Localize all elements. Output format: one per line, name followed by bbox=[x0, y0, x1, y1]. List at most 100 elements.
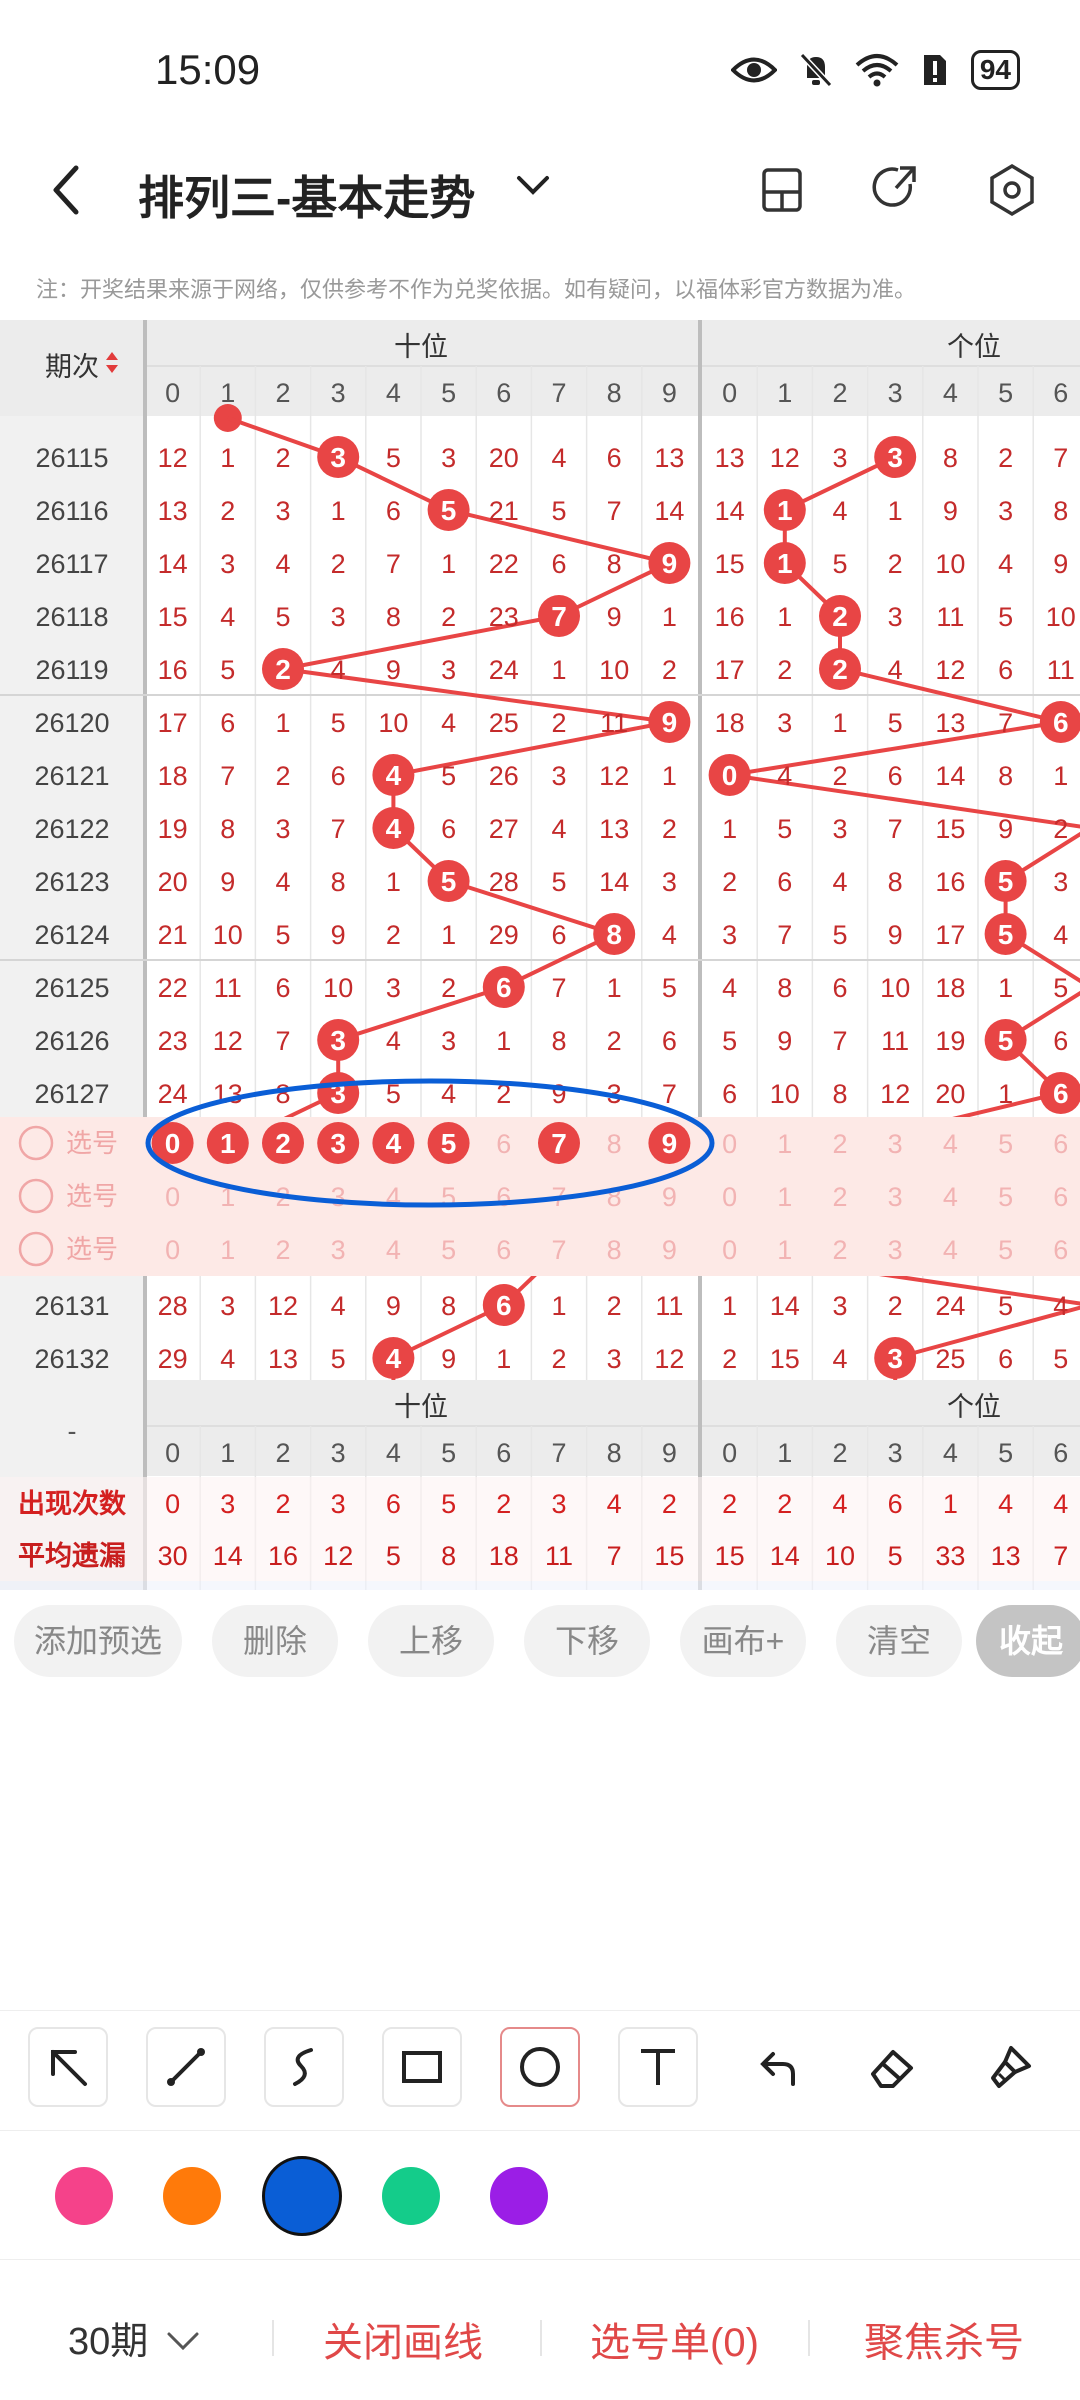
chevron-down-icon[interactable] bbox=[515, 174, 551, 198]
select-option[interactable]: 9 bbox=[662, 1235, 677, 1265]
green-color-swatch[interactable] bbox=[382, 2167, 440, 2225]
select-option[interactable]: 0 bbox=[165, 1235, 180, 1265]
select-option[interactable]: 0 bbox=[722, 1129, 737, 1159]
circle-tool-icon[interactable] bbox=[500, 2027, 580, 2107]
miss-count: 2 bbox=[607, 1291, 622, 1321]
miss-count: 5 bbox=[832, 920, 847, 950]
blue-color-swatch[interactable] bbox=[262, 2156, 342, 2236]
miss-count: 3 bbox=[832, 814, 847, 844]
select-option[interactable]: 8 bbox=[607, 1235, 622, 1265]
undo-icon[interactable] bbox=[736, 2027, 816, 2107]
miss-count: 12 bbox=[880, 1079, 910, 1109]
close-lines-button[interactable]: 关闭画线 bbox=[323, 2310, 483, 2368]
miss-count: 24 bbox=[158, 1079, 188, 1109]
hit-number: 9 bbox=[662, 548, 678, 579]
period-cell: 26123 bbox=[34, 867, 109, 897]
text-tool-icon[interactable] bbox=[618, 2027, 698, 2107]
select-option[interactable]: 2 bbox=[832, 1129, 847, 1159]
select-option[interactable]: 3 bbox=[888, 1129, 903, 1159]
collapse-button[interactable]: 收起 bbox=[976, 1605, 1080, 1677]
miss-count: 1 bbox=[662, 761, 677, 791]
delete-button[interactable]: 删除 bbox=[212, 1605, 338, 1677]
miss-count: 2 bbox=[220, 496, 235, 526]
select-option[interactable]: 4 bbox=[386, 1235, 401, 1265]
miss-count: 5 bbox=[441, 761, 456, 791]
select-option[interactable]: 4 bbox=[943, 1129, 958, 1159]
page-title[interactable]: 排列三-基本走势 bbox=[138, 162, 475, 228]
select-option[interactable]: 0 bbox=[165, 1182, 180, 1212]
select-option[interactable]: 3 bbox=[331, 1235, 346, 1265]
orange-color-swatch[interactable] bbox=[163, 2167, 221, 2225]
clear-brush-icon[interactable] bbox=[970, 2027, 1050, 2107]
hit-number: 3 bbox=[330, 442, 346, 473]
rectangle-tool-icon[interactable] bbox=[382, 2027, 462, 2107]
select-option[interactable]: 9 bbox=[662, 1182, 677, 1212]
select-option[interactable]: 5 bbox=[998, 1235, 1013, 1265]
select-option[interactable]: 4 bbox=[943, 1182, 958, 1212]
select-option[interactable]: 5 bbox=[441, 1182, 456, 1212]
miss-count: 2 bbox=[888, 549, 903, 579]
select-option[interactable]: 1 bbox=[220, 1235, 235, 1265]
select-option[interactable]: 5 bbox=[441, 1235, 456, 1265]
select-option[interactable]: 0 bbox=[722, 1235, 737, 1265]
selection-list-button[interactable]: 选号单(0) bbox=[590, 2310, 759, 2368]
canvas-add-button[interactable]: 画布+ bbox=[680, 1605, 806, 1677]
focus-kill-button[interactable]: 聚焦杀号 bbox=[864, 2310, 1024, 2368]
select-option[interactable]: 6 bbox=[496, 1129, 511, 1159]
miss-count: 6 bbox=[551, 920, 566, 950]
select-option[interactable]: 6 bbox=[1053, 1235, 1068, 1265]
eraser-icon[interactable] bbox=[852, 2027, 932, 2107]
select-option[interactable]: 4 bbox=[386, 1182, 401, 1212]
select-option[interactable]: 1 bbox=[777, 1129, 792, 1159]
move-down-button[interactable]: 下移 bbox=[524, 1605, 650, 1677]
miss-count: 8 bbox=[551, 1026, 566, 1056]
miss-count: 28 bbox=[158, 1291, 188, 1321]
miss-count: 14 bbox=[599, 867, 629, 897]
miss-count: 4 bbox=[220, 602, 235, 632]
pink-color-swatch[interactable] bbox=[55, 2167, 113, 2225]
select-option[interactable]: 2 bbox=[275, 1235, 290, 1265]
select-option[interactable]: 2 bbox=[832, 1182, 847, 1212]
select-option[interactable]: 5 bbox=[998, 1129, 1013, 1159]
select-option[interactable]: 6 bbox=[496, 1235, 511, 1265]
select-option[interactable]: 3 bbox=[888, 1182, 903, 1212]
select-option[interactable]: 6 bbox=[1053, 1129, 1068, 1159]
stats-label: 平均遗漏 bbox=[18, 1541, 126, 1571]
selected-number: 9 bbox=[662, 1128, 678, 1159]
select-option[interactable]: 4 bbox=[943, 1235, 958, 1265]
clear-button[interactable]: 清空 bbox=[836, 1605, 962, 1677]
select-option[interactable]: 1 bbox=[777, 1235, 792, 1265]
add-preselection-button[interactable]: 添加预选 bbox=[14, 1605, 182, 1677]
share-icon[interactable] bbox=[870, 162, 922, 218]
hit-number: 5 bbox=[441, 866, 457, 897]
select-option[interactable]: 0 bbox=[722, 1182, 737, 1212]
select-option[interactable]: 1 bbox=[777, 1182, 792, 1212]
stats-value: 2 bbox=[777, 1489, 792, 1519]
selected-number: 2 bbox=[275, 1128, 291, 1159]
back-arrow-icon[interactable] bbox=[48, 162, 88, 218]
select-option[interactable]: 3 bbox=[331, 1182, 346, 1212]
purple-color-swatch[interactable] bbox=[490, 2167, 548, 2225]
select-option[interactable]: 2 bbox=[832, 1235, 847, 1265]
miss-count: 5 bbox=[331, 1344, 346, 1374]
landscape-rotate-icon[interactable] bbox=[758, 162, 806, 218]
line-tool-icon[interactable] bbox=[146, 2027, 226, 2107]
arrow-tool-icon[interactable] bbox=[28, 2027, 108, 2107]
select-option[interactable]: 7 bbox=[551, 1235, 566, 1265]
move-up-button[interactable]: 上移 bbox=[368, 1605, 494, 1677]
settings-hexagon-icon[interactable] bbox=[986, 162, 1038, 218]
stats-value: 7 bbox=[1053, 1541, 1068, 1571]
miss-count: 15 bbox=[770, 1344, 800, 1374]
hit-number: 0 bbox=[722, 760, 738, 791]
select-option[interactable]: 5 bbox=[998, 1182, 1013, 1212]
miss-count: 11 bbox=[655, 1291, 683, 1321]
curve-tool-icon[interactable] bbox=[264, 2027, 344, 2107]
miss-count: 5 bbox=[998, 1291, 1013, 1321]
miss-count: 3 bbox=[607, 1344, 622, 1374]
select-option[interactable]: 8 bbox=[607, 1129, 622, 1159]
select-option[interactable]: 6 bbox=[496, 1182, 511, 1212]
select-option[interactable]: 6 bbox=[1053, 1182, 1068, 1212]
miss-count: 2 bbox=[607, 1026, 622, 1056]
period-selector[interactable]: 30期 bbox=[68, 2310, 201, 2365]
select-option[interactable]: 3 bbox=[888, 1235, 903, 1265]
